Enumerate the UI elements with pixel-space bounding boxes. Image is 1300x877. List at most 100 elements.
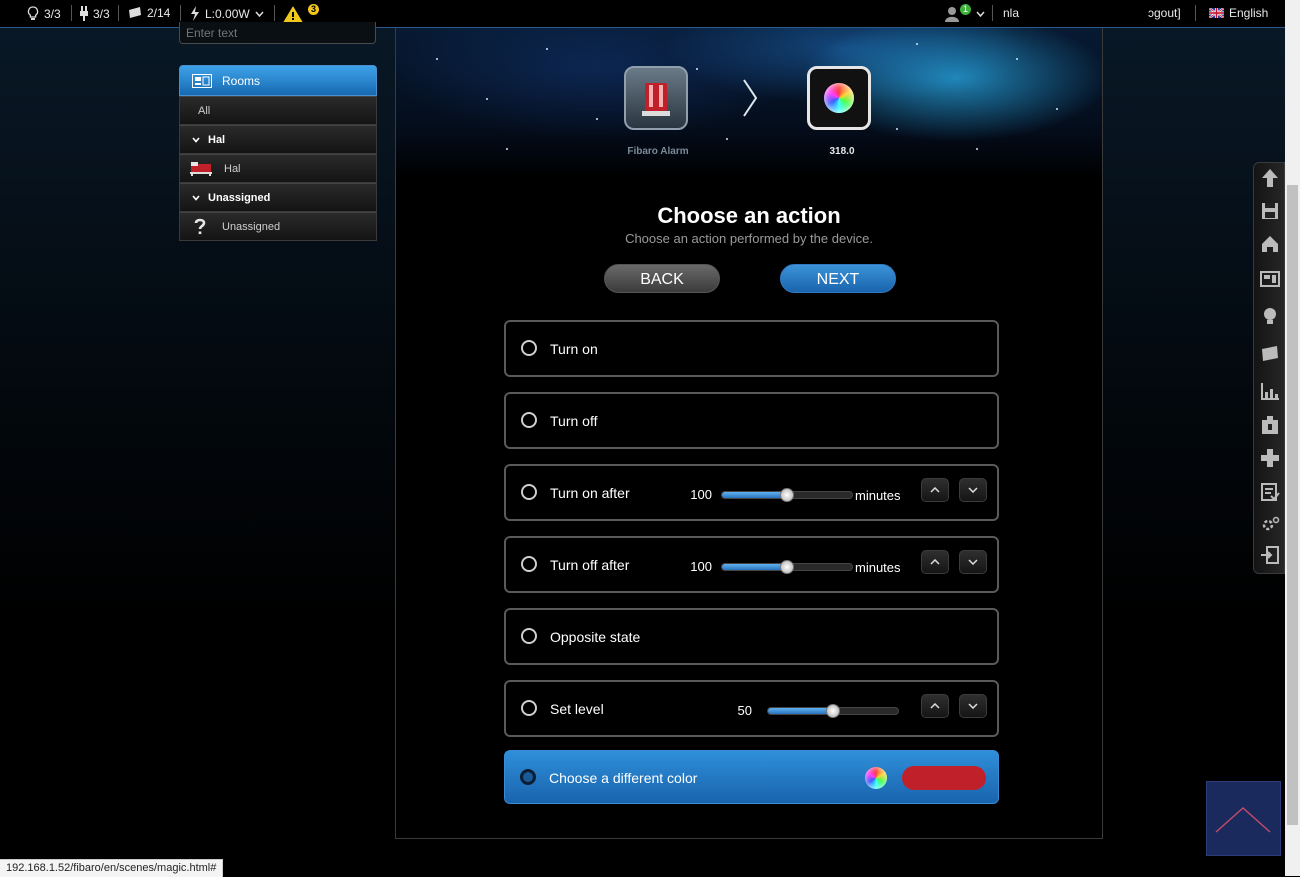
action-label: Turn on after [550, 485, 630, 501]
room-item-label: All [198, 104, 211, 117]
gear-icon[interactable] [1259, 513, 1281, 535]
source-device-tile[interactable] [624, 66, 688, 130]
rooms-header[interactable]: Rooms [179, 65, 377, 96]
room-item-label: Unassigned [222, 220, 281, 233]
scrollbar[interactable] [1285, 0, 1300, 876]
radio-button[interactable] [521, 484, 537, 500]
slider-knob[interactable] [826, 704, 840, 718]
room-group-hal[interactable]: Hal [179, 125, 377, 154]
rooms-panel: Rooms All Hal Hal Unassigned Unassigned [179, 65, 377, 241]
scroll-to-top-button[interactable] [1206, 781, 1281, 856]
room-item-hal[interactable]: Hal [179, 154, 377, 183]
user-name: nla [1003, 6, 1020, 20]
room-group-label: Hal [208, 133, 226, 146]
alerts-button[interactable] [283, 6, 303, 23]
bulb-icon [27, 6, 39, 20]
arrow-up-icon[interactable] [1259, 167, 1281, 189]
room-item-unassigned[interactable]: Unassigned [179, 212, 377, 241]
language-selector[interactable]: English [1209, 6, 1268, 20]
chevron-down-icon [192, 194, 200, 201]
chevron-down-icon [192, 136, 200, 143]
action-opposite-state[interactable]: Opposite state [504, 608, 999, 665]
slider-fill [722, 564, 787, 570]
chevron-up-icon [930, 486, 940, 493]
slider-knob[interactable] [780, 488, 794, 502]
lights-count: 3/3 [44, 6, 61, 21]
decrement-button[interactable] [959, 478, 987, 502]
action-turn-off[interactable]: Turn off [504, 392, 999, 449]
chevron-down-icon [968, 703, 978, 710]
rooms-icon[interactable] [1259, 268, 1281, 290]
radio-button[interactable] [521, 412, 537, 428]
scrollbar-thumb[interactable] [1287, 185, 1298, 825]
radio-button[interactable] [521, 556, 537, 572]
delay-unit: minutes [855, 488, 901, 503]
decrement-button[interactable] [959, 550, 987, 574]
alerts-badge: 3 [308, 4, 319, 15]
slider-knob[interactable] [780, 560, 794, 574]
action-label: Turn off after [550, 557, 630, 573]
power-status[interactable]: L:0.00W [190, 6, 264, 21]
target-device-name: 318.0 [829, 146, 855, 157]
siren-alarm-icon [642, 83, 670, 116]
action-label: Set level [550, 701, 604, 717]
back-button[interactable]: BACK [604, 264, 720, 293]
plugin-icon[interactable] [1259, 414, 1281, 436]
chevron-down-icon [976, 11, 985, 17]
next-button[interactable]: NEXT [780, 264, 896, 293]
bulb-icon[interactable] [1259, 305, 1281, 327]
logout-link[interactable]: ɔgout] [1148, 6, 1181, 20]
level-slider[interactable] [767, 704, 899, 718]
chevron-right-icon [743, 79, 758, 117]
home-icon[interactable] [1259, 233, 1281, 255]
plugs-status[interactable]: 3/3 [80, 6, 110, 21]
logout-icon[interactable] [1259, 544, 1281, 566]
blinds-icon[interactable] [1259, 343, 1281, 365]
increment-button[interactable] [921, 550, 949, 574]
chart-icon[interactable] [1259, 380, 1281, 402]
delay-value: 100 [690, 487, 712, 502]
increment-button[interactable] [921, 694, 949, 718]
chevron-up-icon [1215, 806, 1271, 833]
action-label: Turn off [550, 413, 598, 429]
delay-slider[interactable] [721, 488, 853, 502]
action-set-level[interactable]: Set level 50 [504, 680, 999, 737]
action-turn-on[interactable]: Turn on [504, 320, 999, 377]
delay-slider[interactable] [721, 560, 853, 574]
chevron-up-icon [930, 702, 940, 709]
language-label: English [1229, 6, 1269, 20]
lights-status[interactable]: 3/3 [27, 6, 61, 21]
scenes-icon[interactable] [1259, 447, 1281, 469]
radio-button[interactable] [521, 628, 537, 644]
chevron-down-icon [968, 559, 978, 566]
panels-icon[interactable] [1259, 481, 1281, 503]
save-icon[interactable] [1259, 200, 1281, 222]
target-device-tile[interactable] [807, 66, 871, 130]
room-item-all[interactable]: All [179, 96, 377, 125]
color-picker-icon[interactable] [865, 767, 887, 789]
plugs-count: 3/3 [93, 6, 110, 21]
action-label: Choose a different color [549, 770, 698, 786]
room-item-label: Hal [224, 162, 241, 175]
power-value: L:0.00W [205, 6, 250, 21]
action-turn-off-after[interactable]: Turn off after 100 minutes [504, 536, 999, 593]
page-subtitle: Choose an action performed by the device… [625, 231, 873, 246]
selected-color-swatch[interactable] [902, 766, 986, 790]
radio-button-selected[interactable] [520, 769, 536, 785]
slider-fill [722, 492, 787, 498]
page-title: Choose an action [657, 203, 841, 228]
action-choose-color[interactable]: Choose a different color [504, 750, 999, 804]
increment-button[interactable] [921, 478, 949, 502]
user-menu[interactable]: 1 [945, 4, 985, 22]
action-turn-on-after[interactable]: Turn on after 100 minutes [504, 464, 999, 521]
status-url: 192.168.1.52/fibaro/en/scenes/magic.html… [0, 859, 224, 877]
lightning-icon [191, 6, 199, 21]
radio-button[interactable] [521, 700, 537, 716]
room-group-unassigned[interactable]: Unassigned [179, 183, 377, 212]
decrement-button[interactable] [959, 694, 987, 718]
rooms-icon [192, 73, 212, 88]
radio-button[interactable] [521, 340, 537, 356]
blinds-status[interactable]: 2/14 [128, 6, 170, 20]
search-input[interactable] [179, 22, 376, 44]
uk-flag-icon [1209, 8, 1224, 18]
